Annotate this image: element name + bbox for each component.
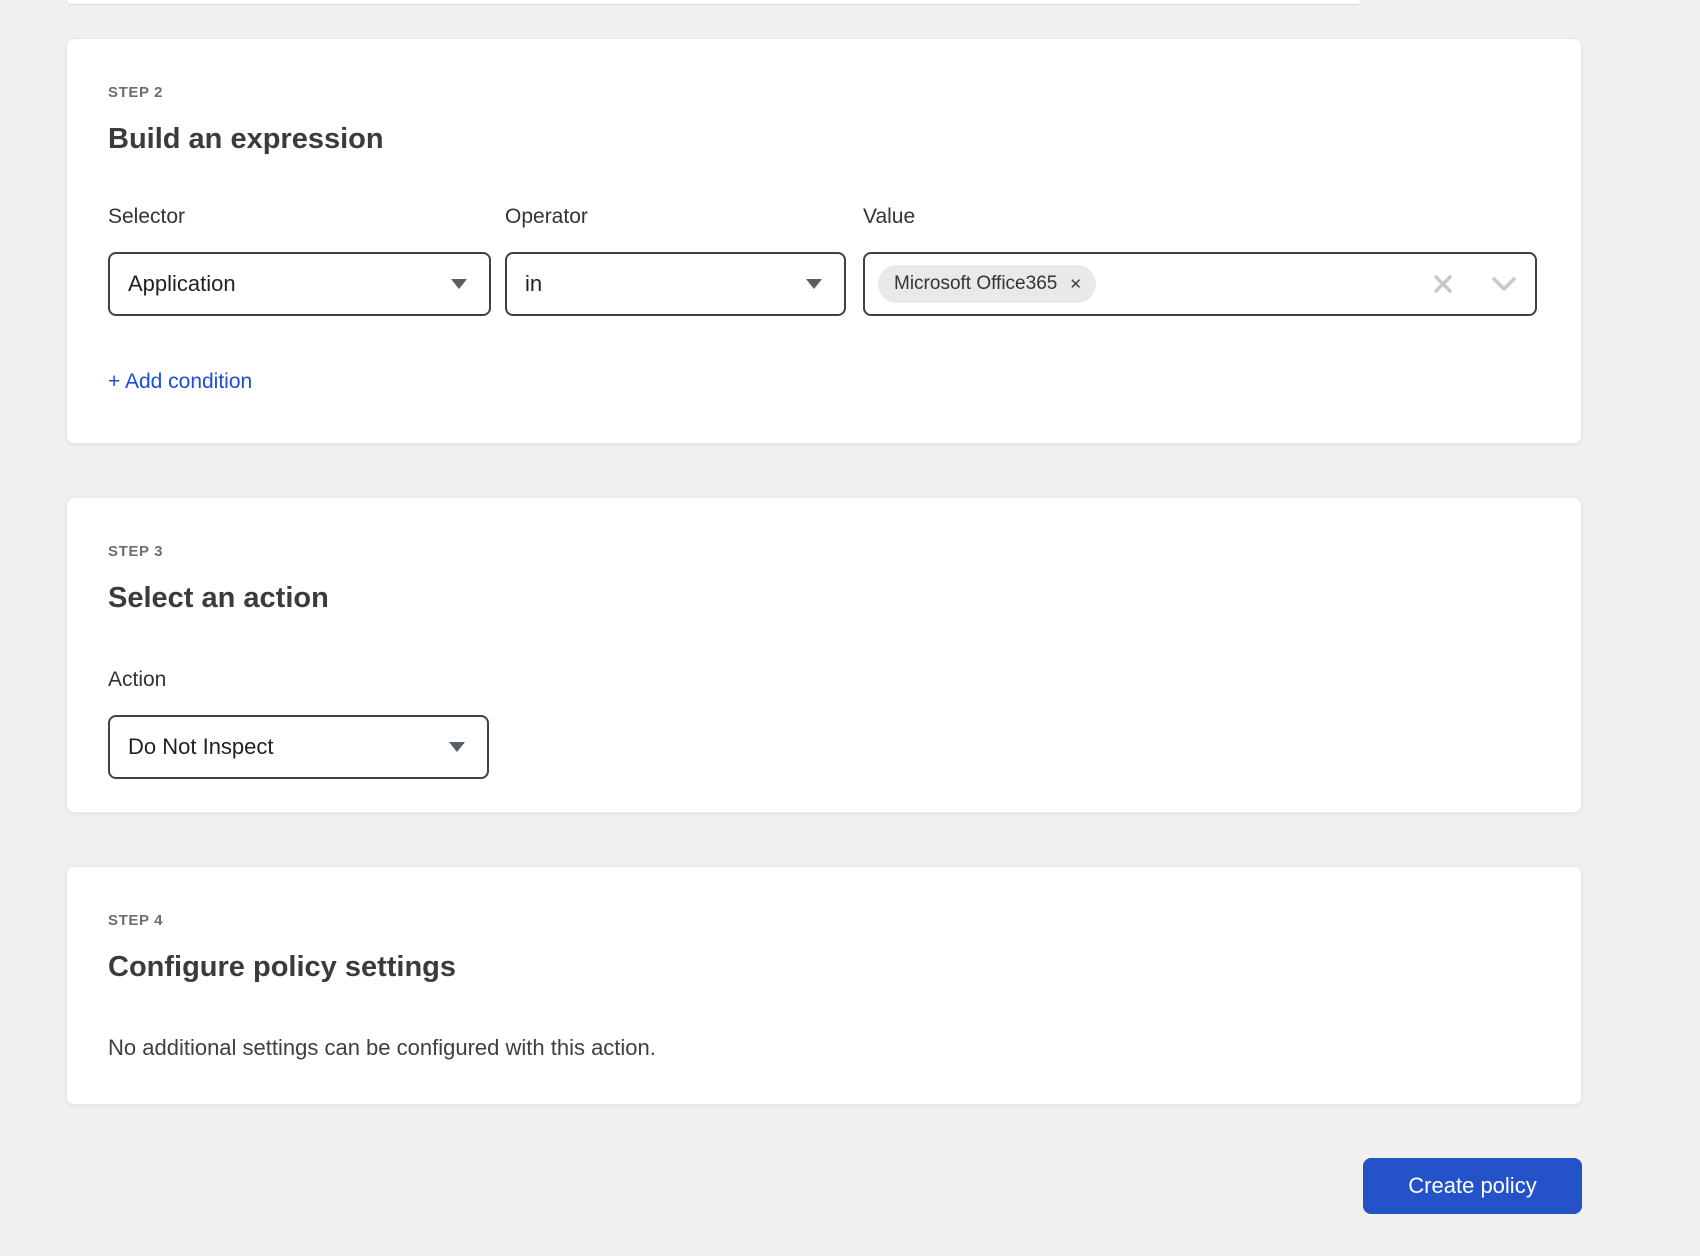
add-condition-link[interactable]: + Add condition: [108, 370, 252, 394]
caret-down-icon: [449, 742, 465, 752]
step-3-title: Select an action: [108, 581, 1537, 616]
operator-dropdown[interactable]: in: [505, 252, 846, 316]
no-settings-note: No additional settings can be configured…: [108, 1034, 1537, 1063]
selector-dropdown[interactable]: Application: [108, 252, 491, 316]
step-3-card: STEP 3 Select an action Action Do Not In…: [66, 497, 1582, 813]
value-chip-text: Microsoft Office365: [894, 273, 1057, 295]
operator-dropdown-value: in: [525, 271, 806, 297]
step-2-label: STEP 2: [108, 85, 1537, 102]
step-2-title: Build an expression: [108, 122, 1537, 157]
clear-selection-icon[interactable]: [1433, 274, 1453, 294]
chevron-down-icon[interactable]: [1491, 276, 1517, 292]
operator-label: Operator: [505, 206, 846, 227]
action-fields-row: Action Do Not Inspect: [108, 669, 1537, 779]
action-label: Action: [108, 669, 489, 690]
selector-field: Selector Application: [108, 206, 491, 316]
step-4-label: STEP 4: [108, 913, 1537, 930]
selector-dropdown-value: Application: [128, 271, 451, 297]
value-label: Value: [863, 206, 1537, 227]
step-4-title: Configure policy settings: [108, 950, 1537, 985]
action-dropdown[interactable]: Do Not Inspect: [108, 715, 489, 779]
action-dropdown-value: Do Not Inspect: [128, 734, 449, 760]
value-multiselect[interactable]: Microsoft Office365 ✕: [863, 252, 1537, 316]
value-field: Value Microsoft Office365 ✕: [863, 206, 1537, 316]
caret-down-icon: [451, 279, 467, 289]
operator-field: Operator in: [505, 206, 846, 316]
step-4-card: STEP 4 Configure policy settings No addi…: [66, 866, 1582, 1105]
previous-card-bottom-edge: [66, 0, 1362, 5]
chip-remove-icon[interactable]: ✕: [1069, 277, 1082, 292]
expression-fields-row: Selector Application Operator in Value M…: [108, 206, 1537, 316]
step-3-label: STEP 3: [108, 544, 1537, 561]
value-chip: Microsoft Office365 ✕: [878, 265, 1096, 303]
action-field: Action Do Not Inspect: [108, 669, 489, 779]
caret-down-icon: [806, 279, 822, 289]
step-2-card: STEP 2 Build an expression Selector Appl…: [66, 38, 1582, 444]
create-policy-button[interactable]: Create policy: [1363, 1158, 1582, 1214]
selector-label: Selector: [108, 206, 491, 227]
page-canvas: STEP 2 Build an expression Selector Appl…: [0, 0, 1700, 1256]
